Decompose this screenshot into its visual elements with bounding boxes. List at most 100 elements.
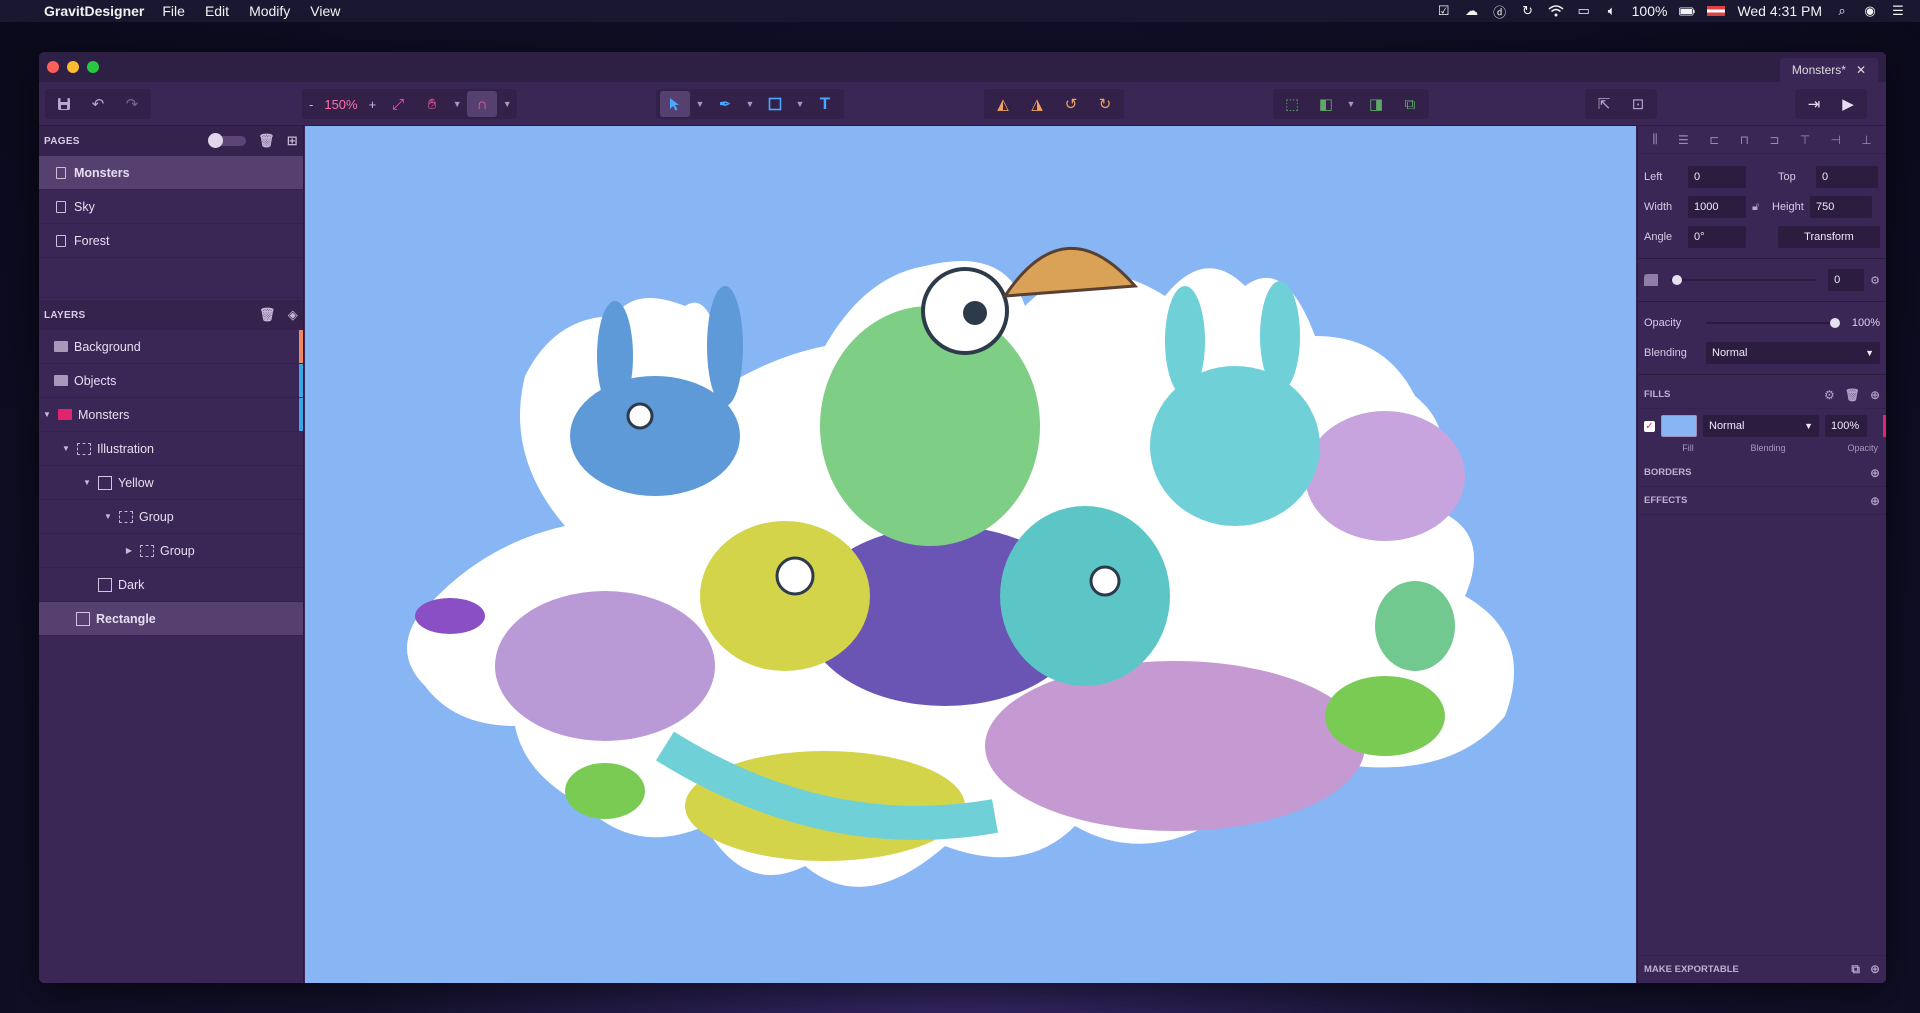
time-machine-icon[interactable]: ↻ [1520, 4, 1536, 18]
battery-icon[interactable] [1679, 4, 1695, 18]
arrange-icon[interactable]: ◧ [1311, 91, 1341, 117]
layer-objects[interactable]: Objects [39, 364, 303, 398]
d-circle-icon[interactable]: ⓓ [1492, 4, 1508, 18]
layer-dark[interactable]: Dark [39, 568, 303, 602]
expand-triangle-icon[interactable]: ▼ [103, 512, 113, 521]
close-window-button[interactable] [47, 61, 59, 73]
snap-caret-icon[interactable]: ▼ [501, 99, 513, 109]
pages-toggle[interactable] [210, 136, 246, 146]
menu-view[interactable]: View [310, 3, 340, 19]
width-input[interactable]: 1000 [1688, 196, 1746, 218]
undo-icon[interactable]: ↶ [83, 91, 113, 117]
add-page-icon[interactable]: ⊞ [287, 133, 298, 149]
add-layer-icon[interactable]: ◈ [288, 307, 298, 323]
flip-horizontal-icon[interactable]: ◭ [988, 91, 1018, 117]
fill-enabled-checkbox[interactable]: ✓ [1644, 421, 1655, 432]
align-top-icon[interactable]: ⊤ [1800, 133, 1810, 147]
group-objects-icon[interactable]: ⬚ [1277, 91, 1307, 117]
lock-ratio-icon[interactable]: 🔓︎ [1752, 201, 1766, 214]
monsters-illustration[interactable] [305, 126, 1636, 983]
opacity-slider[interactable] [1706, 322, 1840, 324]
export-selection-icon[interactable]: ⇱ [1589, 91, 1619, 117]
corner-radius-slider[interactable] [1670, 279, 1816, 281]
align-middle-icon[interactable]: ⊣ [1830, 133, 1840, 147]
boolean-icon[interactable]: ⧉ [1395, 91, 1425, 117]
present-play-icon[interactable]: ▶ [1833, 91, 1863, 117]
angle-input[interactable]: 0° [1688, 226, 1746, 248]
pointer-tool-icon[interactable] [660, 91, 690, 117]
delete-page-icon[interactable]: 🗑︎ [258, 133, 275, 149]
corner-radius-input[interactable]: 0 [1828, 269, 1864, 291]
menu-file[interactable]: File [162, 3, 185, 19]
top-input[interactable]: 0 [1816, 166, 1878, 188]
delete-fill-icon[interactable]: 🗑︎ [1845, 388, 1860, 402]
fill-opacity-input[interactable]: 100% [1825, 415, 1867, 437]
spotlight-search-icon[interactable]: ⌕ [1834, 4, 1850, 18]
pen-tool-icon[interactable]: ✒ [710, 91, 740, 117]
layer-illustration[interactable]: ▼ Illustration [39, 432, 303, 466]
flip-vertical-icon[interactable]: ◮ [1022, 91, 1052, 117]
collapse-triangle-icon[interactable]: ▶ [124, 546, 134, 555]
layer-group[interactable]: ▼ Group [39, 500, 303, 534]
transform-button[interactable]: Transform [1778, 226, 1880, 248]
document-tab[interactable]: Monsters* ✕ [1780, 58, 1878, 82]
left-input[interactable]: 0 [1688, 166, 1746, 188]
opacity-value[interactable]: 100% [1846, 317, 1880, 329]
pen-caret-icon[interactable]: ▼ [744, 99, 756, 109]
align-center-icon[interactable]: ⊓ [1740, 133, 1749, 147]
mask-icon[interactable]: ◨ [1361, 91, 1391, 117]
pointer-caret-icon[interactable]: ▼ [694, 99, 706, 109]
rotate-left-icon[interactable]: ↺ [1056, 91, 1086, 117]
menu-edit[interactable]: Edit [205, 3, 229, 19]
expand-triangle-icon[interactable]: ▼ [42, 410, 52, 419]
fill-settings-icon[interactable]: ⚙ [1824, 388, 1835, 402]
layer-group-nested[interactable]: ▶ Group [39, 534, 303, 568]
menu-modify[interactable]: Modify [249, 3, 290, 19]
maximize-window-button[interactable] [87, 61, 99, 73]
add-border-icon[interactable]: ⊕ [1870, 466, 1880, 480]
distribute-vertical-icon[interactable]: ☰ [1678, 133, 1689, 147]
add-fill-icon[interactable]: ⊕ [1870, 388, 1880, 402]
checklist-icon[interactable]: ☑ [1436, 4, 1452, 18]
align-bottom-icon[interactable]: ⊥ [1861, 133, 1871, 147]
close-tab-icon[interactable]: ✕ [1856, 63, 1866, 77]
design-canvas[interactable] [305, 126, 1636, 983]
app-name-menu[interactable]: GravitDesigner [44, 3, 144, 19]
zoom-level[interactable]: 150% [320, 97, 361, 112]
lock-selection-icon[interactable]: ⊡ [1623, 91, 1653, 117]
save-icon[interactable] [49, 91, 79, 117]
align-right-icon[interactable]: ⊐ [1769, 133, 1779, 147]
export-slice-icon[interactable]: ⧉ [1851, 962, 1860, 977]
hand-tool-icon[interactable]: ✋︎ [417, 91, 447, 117]
expand-triangle-icon[interactable]: ▼ [82, 478, 92, 487]
zoom-in-button[interactable]: + [366, 97, 380, 112]
volume-icon[interactable]: 🔈︎ [1604, 4, 1620, 18]
arrange-caret-icon[interactable]: ▼ [1345, 99, 1357, 109]
text-tool-icon[interactable]: T [810, 91, 840, 117]
menubar-clock[interactable]: Wed 4:31 PM [1737, 3, 1822, 19]
align-left-icon[interactable]: ⊏ [1709, 133, 1719, 147]
height-input[interactable]: 750 [1810, 196, 1872, 218]
fill-color-swatch[interactable] [1661, 415, 1697, 437]
snap-magnet-icon[interactable]: ∩ [467, 91, 497, 117]
page-item-monsters[interactable]: Monsters [39, 156, 303, 190]
layer-rectangle[interactable]: Rectangle [39, 602, 303, 636]
minimize-window-button[interactable] [67, 61, 79, 73]
layer-background[interactable]: Background [39, 330, 303, 364]
airplay-icon[interactable]: ▭ [1576, 4, 1592, 18]
redo-icon[interactable]: ↷ [117, 91, 147, 117]
rectangle-tool-icon[interactable] [760, 91, 790, 117]
expand-triangle-icon[interactable]: ▼ [61, 444, 71, 453]
hand-tool-caret-icon[interactable]: ▼ [451, 99, 463, 109]
notification-center-icon[interactable]: ☰ [1890, 4, 1906, 18]
fill-blend-select[interactable]: Normal ▼ [1703, 415, 1819, 437]
cloud-icon[interactable]: ☁ [1464, 4, 1480, 18]
input-source-flag-icon[interactable] [1707, 6, 1725, 16]
layer-monsters[interactable]: ▼ Monsters [39, 398, 303, 432]
corner-settings-icon[interactable]: ⚙ [1870, 274, 1880, 287]
user-avatar-icon[interactable]: ◉ [1862, 4, 1878, 18]
delete-layer-icon[interactable]: 🗑︎ [259, 307, 276, 323]
rotate-right-icon[interactable]: ↻ [1090, 91, 1120, 117]
zoom-out-button[interactable]: - [306, 97, 316, 112]
export-icon[interactable]: ⇥ [1799, 91, 1829, 117]
